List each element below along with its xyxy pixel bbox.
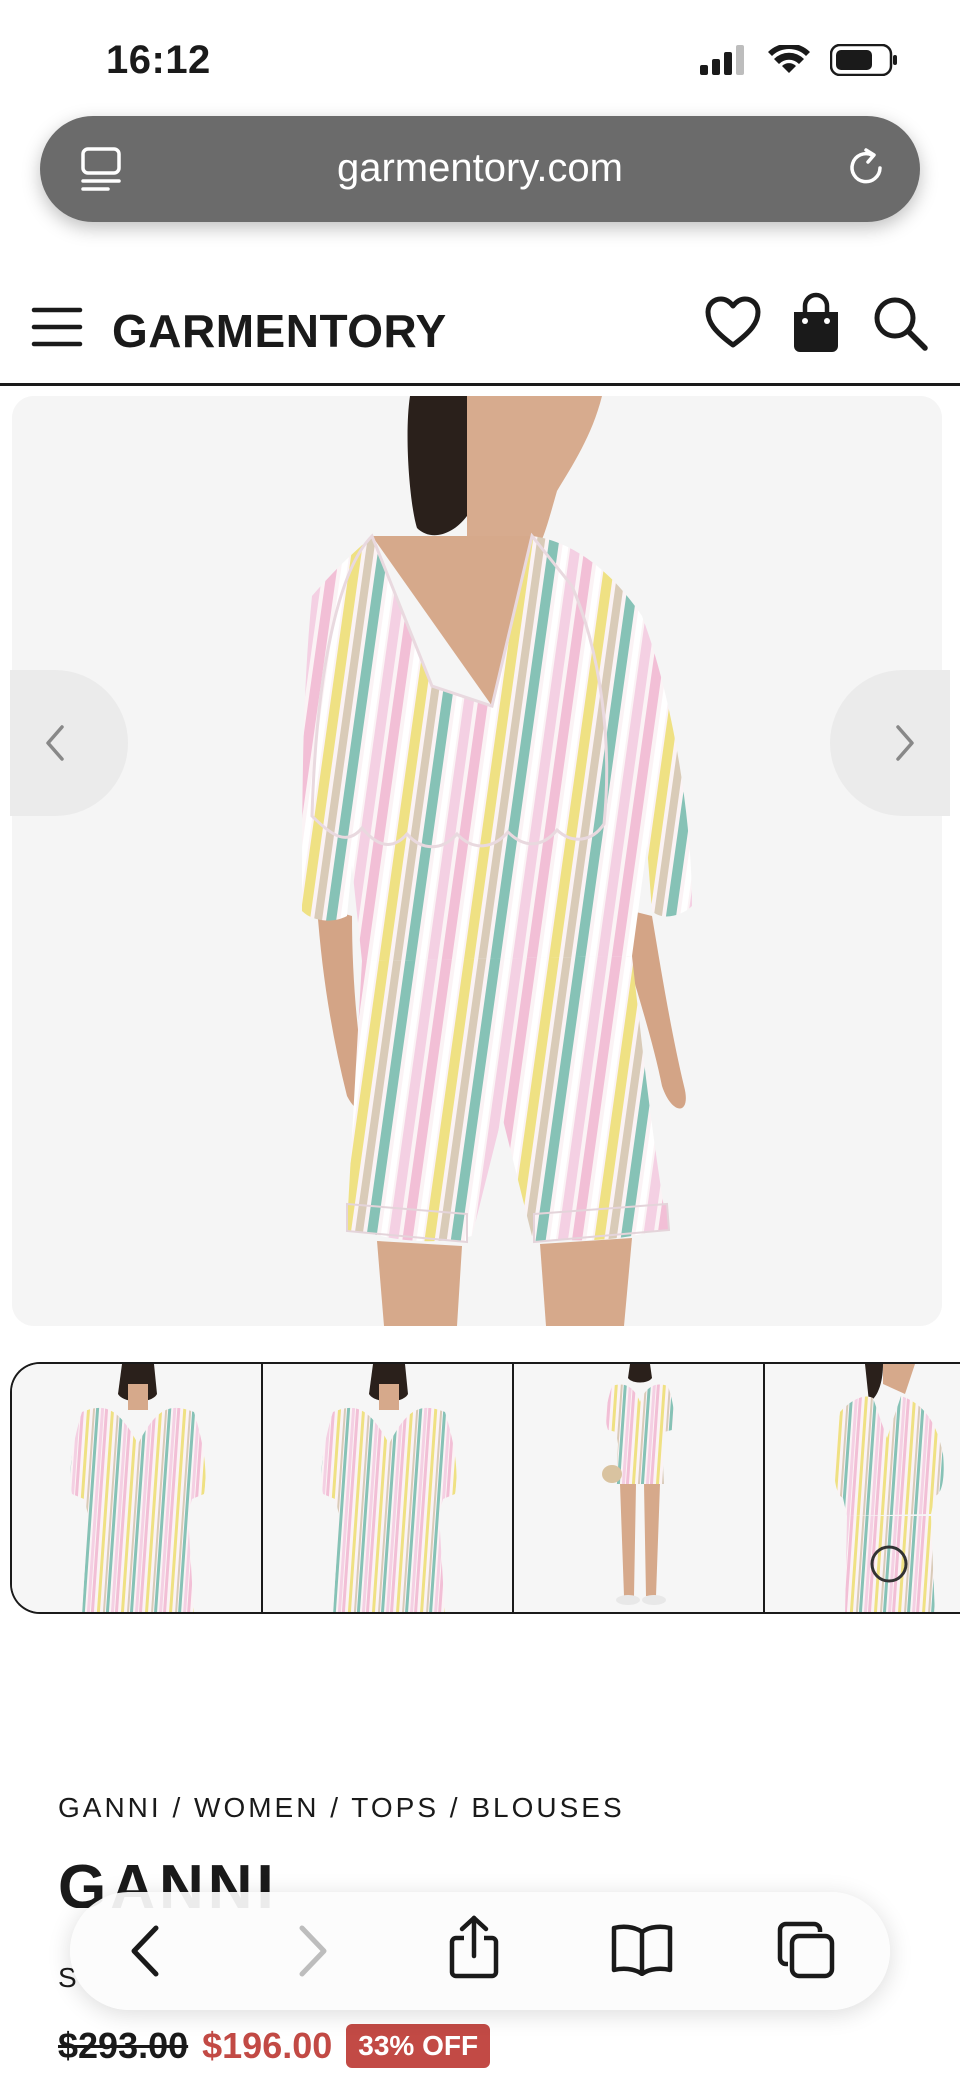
thumbnail-3-photo xyxy=(602,1364,675,1605)
thumbnail-3[interactable] xyxy=(514,1364,765,1612)
address-bar[interactable]: garmentory.com xyxy=(40,116,920,222)
thumbnail-1-photo xyxy=(70,1364,206,1612)
thumbnail-2[interactable] xyxy=(263,1364,514,1612)
sale-price: $196.00 xyxy=(202,2025,333,2066)
chevron-left-icon xyxy=(46,725,64,761)
forward-icon[interactable] xyxy=(292,1922,332,1980)
price-row: $293.00 $196.00 33% OFF xyxy=(58,2024,491,2068)
discount-badge: 33% OFF xyxy=(346,2024,491,2068)
status-icons xyxy=(698,44,898,76)
breadcrumb[interactable]: GANNI / WOMEN / TOPS / BLOUSES xyxy=(58,1792,625,1824)
bag-icon[interactable] xyxy=(790,292,842,354)
share-icon[interactable] xyxy=(448,1914,500,1980)
status-time: 16:12 xyxy=(106,38,211,82)
reload-icon[interactable] xyxy=(844,146,888,190)
tabs-overview-icon[interactable] xyxy=(776,1920,836,1980)
battery-icon xyxy=(830,44,897,76)
signal-icon xyxy=(700,45,744,75)
status-bar: 16:12 xyxy=(0,0,960,110)
thumbnail-4-photo xyxy=(834,1364,944,1612)
thumbnail-strip xyxy=(10,1362,960,1614)
thumbnail-1[interactable] xyxy=(12,1364,263,1612)
header-actions xyxy=(704,292,930,354)
heart-icon[interactable] xyxy=(704,295,762,351)
bookmarks-icon[interactable] xyxy=(610,1922,674,1976)
search-icon[interactable] xyxy=(870,293,930,353)
product-main-image[interactable] xyxy=(12,396,942,1326)
wifi-icon xyxy=(768,45,810,73)
original-price: $293.00 xyxy=(58,2025,189,2066)
thumbnail-4[interactable] xyxy=(765,1364,960,1612)
url-text[interactable]: garmentory.com xyxy=(40,146,920,191)
browser-toolbar xyxy=(70,1892,890,2010)
product-photo-back-view xyxy=(12,396,942,1326)
thumbnail-2-photo xyxy=(321,1364,457,1612)
site-logo[interactable]: GARMENTORY xyxy=(112,304,447,358)
chevron-right-icon xyxy=(896,725,914,761)
menu-icon[interactable] xyxy=(30,300,84,354)
site-header: GARMENTORY xyxy=(0,280,960,386)
back-icon[interactable] xyxy=(126,1922,166,1980)
